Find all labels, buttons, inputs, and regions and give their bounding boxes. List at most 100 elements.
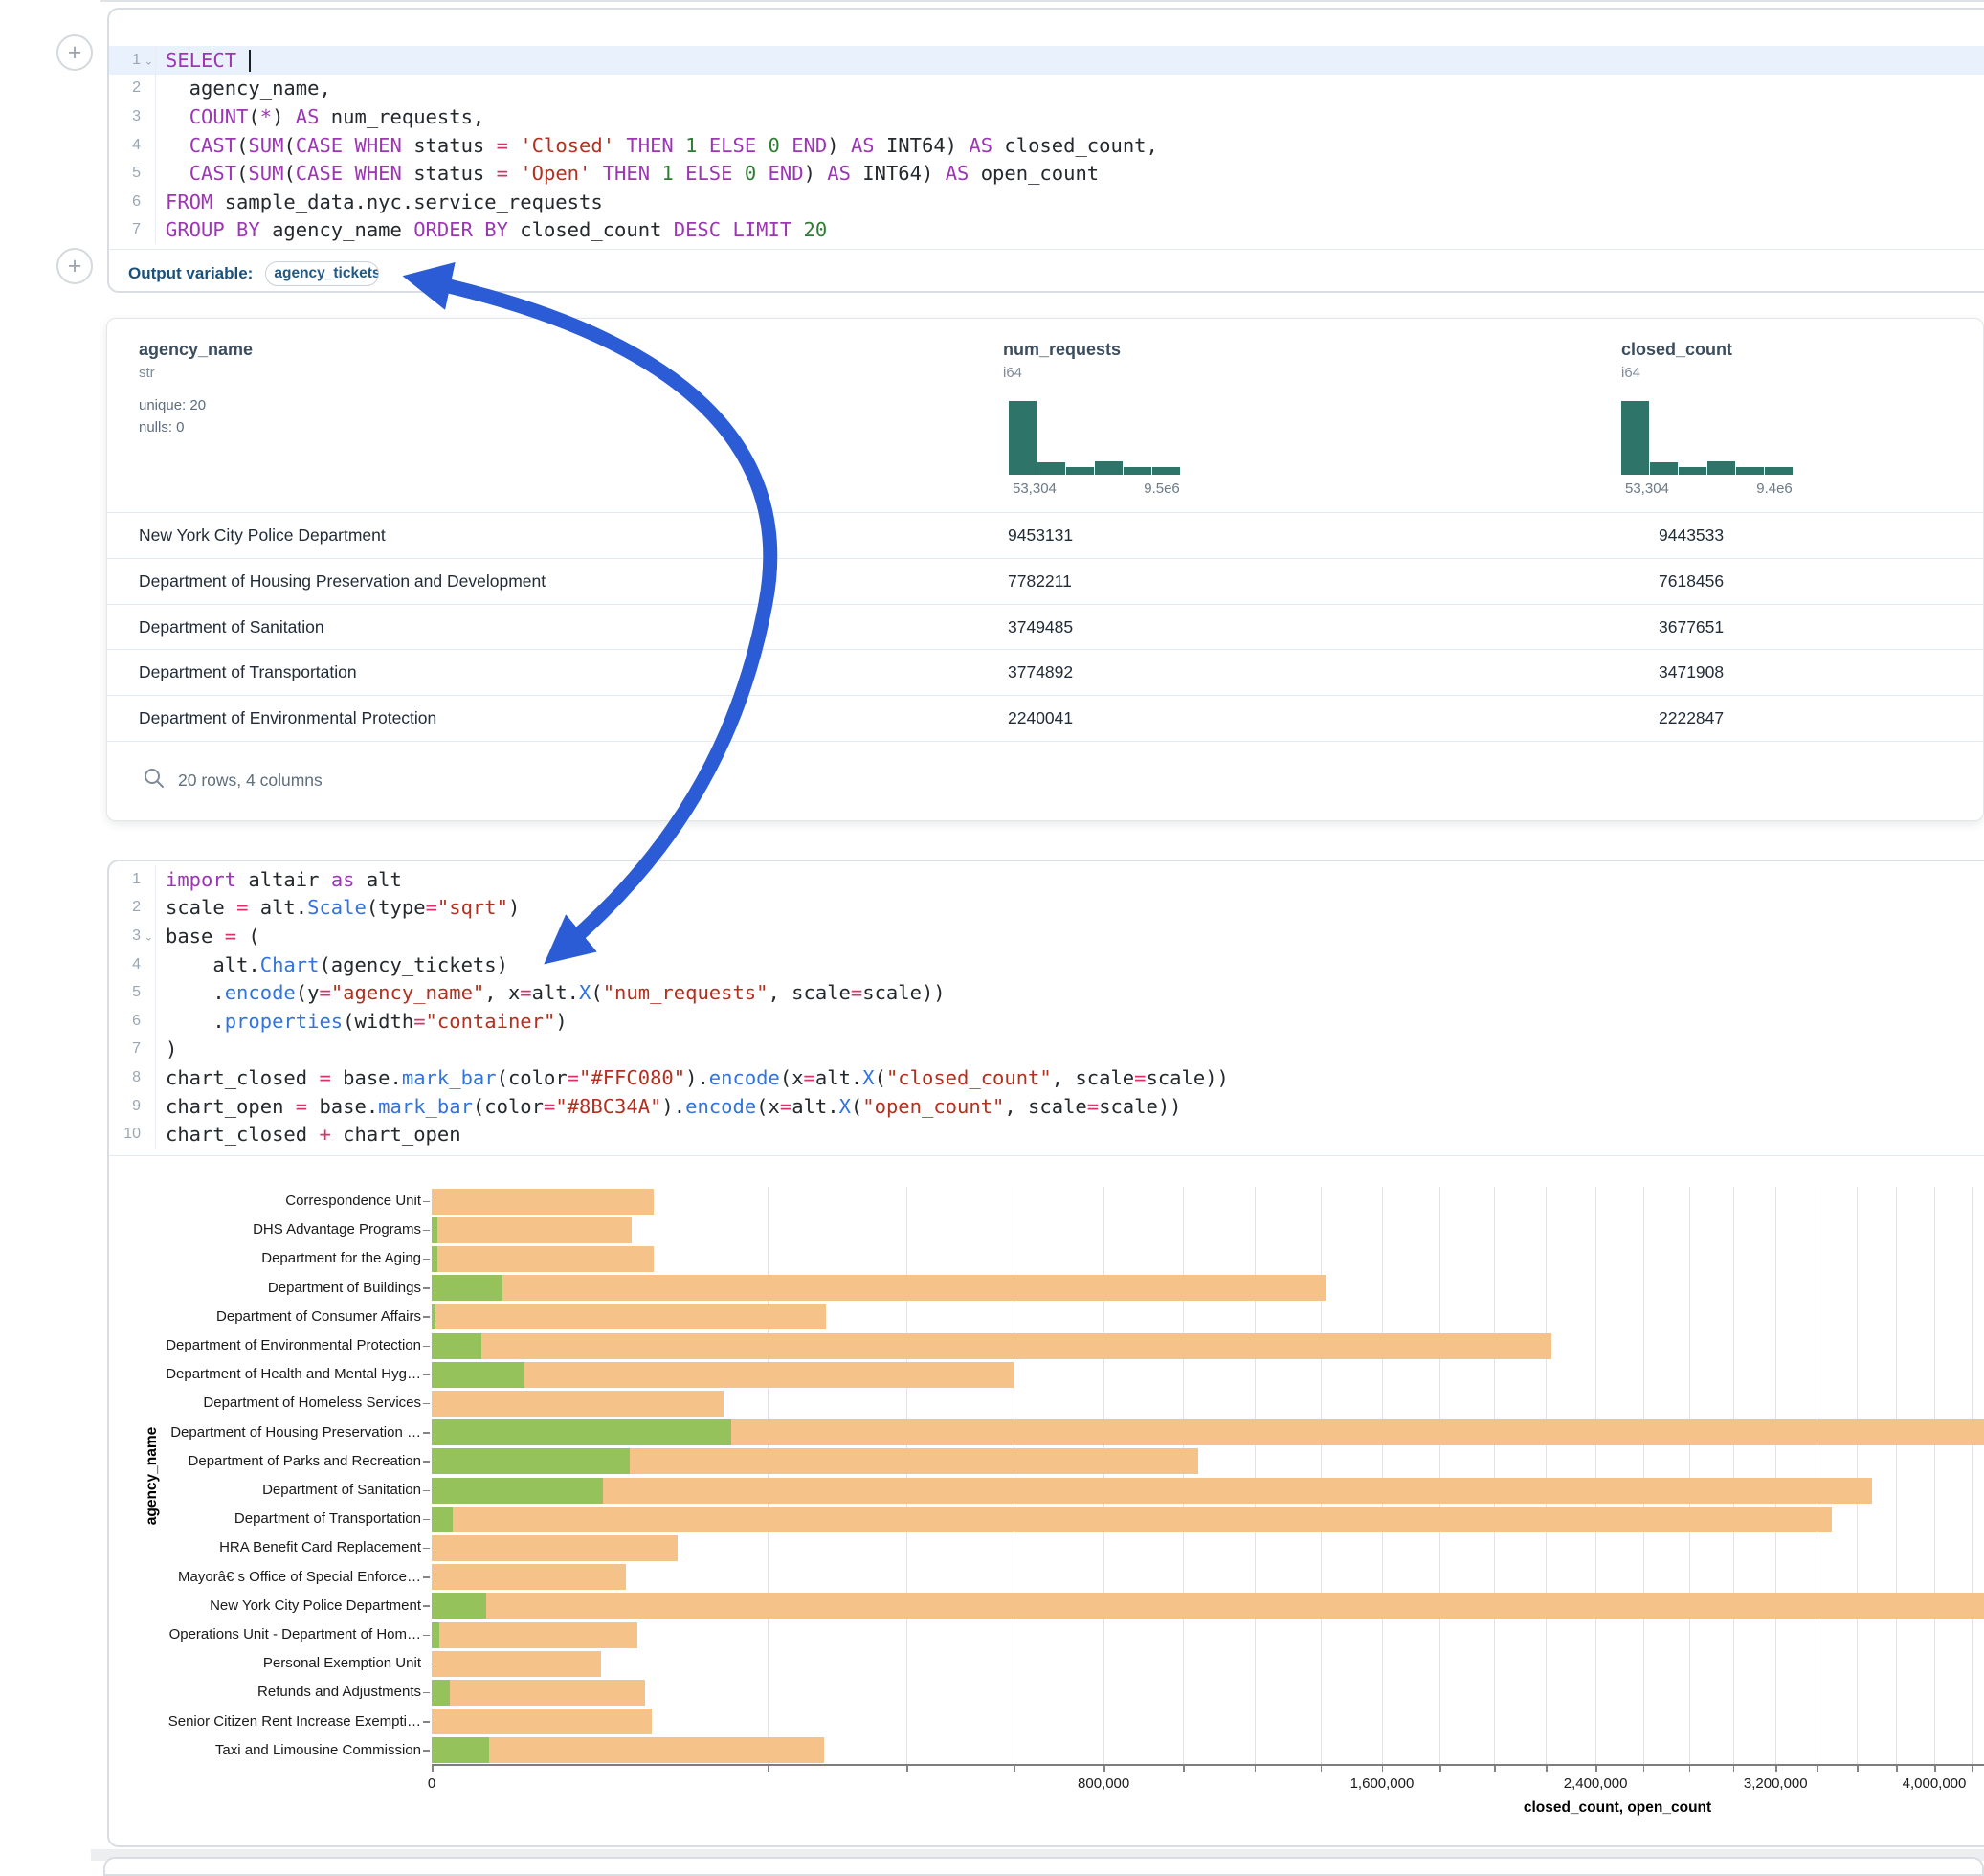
code-token: 0: [745, 162, 756, 185]
code-line[interactable]: 7): [109, 1036, 1984, 1064]
code-token: ): [804, 162, 828, 185]
code-token: open_count: [969, 162, 1099, 185]
line-number: 2: [109, 894, 156, 923]
table-cell[interactable]: Department of Transportation: [139, 662, 357, 682]
code-token: encode: [685, 1095, 756, 1118]
code-token: Chart: [260, 953, 320, 976]
table-row-count: 20 rows, 4 columns: [178, 770, 323, 791]
code-token: num_requests,: [319, 105, 484, 128]
code-token: mark_bar: [378, 1095, 473, 1118]
code-token: [166, 162, 189, 185]
table-cell[interactable]: 7618456: [1659, 571, 1724, 592]
histogram-bar: [1152, 467, 1180, 475]
line-number: 2: [109, 75, 156, 103]
code-token: base.: [307, 1095, 378, 1118]
table-cell[interactable]: 3774892: [1008, 662, 1073, 682]
fold-chevron-icon[interactable]: ⌄: [145, 56, 153, 68]
code-line[interactable]: 5 CAST(SUM(CASE WHEN status = 'Open' THE…: [109, 159, 1984, 188]
code-line[interactable]: 10chart_closed + chart_open: [109, 1120, 1984, 1149]
code-line[interactable]: 8chart_closed = base.mark_bar(color="#FF…: [109, 1063, 1984, 1092]
column-type: i64: [1621, 365, 1640, 381]
code-line[interactable]: 9chart_open = base.mark_bar(color="#8BC3…: [109, 1092, 1984, 1121]
code-token: (: [591, 981, 602, 1004]
code-line[interactable]: 2 agency_name,: [109, 75, 1984, 103]
code-token: chart_closed: [166, 1066, 319, 1089]
code-text: alt.Chart(agency_tickets): [156, 953, 508, 976]
line-number: 7: [109, 1036, 156, 1064]
table-cell[interactable]: Department of Housing Preservation and D…: [139, 571, 546, 592]
code-line[interactable]: 2scale = alt.Scale(type="sqrt"): [109, 894, 1984, 923]
code-token: =: [296, 1095, 307, 1118]
search-icon[interactable]: [143, 767, 166, 790]
line-number: 10: [109, 1120, 156, 1149]
code-token: ).: [685, 1066, 709, 1089]
code-token: COUNT: [189, 105, 249, 128]
python-code-editor[interactable]: 1import altair as alt2scale = alt.Scale(…: [109, 861, 1984, 1149]
output-variable-badge[interactable]: agency_tickets: [265, 261, 379, 286]
table-cell[interactable]: 3749485: [1008, 617, 1073, 637]
code-line[interactable]: 3⌄base = (: [109, 922, 1984, 950]
add-cell-button-top[interactable]: +: [56, 34, 93, 71]
column-type: i64: [1003, 365, 1022, 381]
table-cell[interactable]: 2240041: [1008, 708, 1073, 728]
code-token: (color: [473, 1095, 544, 1118]
table-cell[interactable]: 7782211: [1008, 571, 1072, 592]
code-token: "agency_name": [331, 981, 484, 1004]
add-cell-button-output[interactable]: +: [56, 248, 93, 284]
code-token: [791, 218, 803, 241]
code-line[interactable]: 6FROM sample_data.nyc.service_requests: [109, 188, 1984, 216]
code-line[interactable]: 4 alt.Chart(agency_tickets): [109, 950, 1984, 979]
code-token: ): [555, 1010, 567, 1033]
code-line[interactable]: 5 .encode(y="agency_name", x=alt.X("num_…: [109, 978, 1984, 1007]
table-cell[interactable]: 9443533: [1659, 525, 1724, 546]
line-number: 4: [109, 131, 156, 160]
fold-chevron-icon[interactable]: ⌄: [145, 931, 153, 944]
code-token: SUM: [248, 134, 283, 157]
code-token: as: [331, 868, 355, 891]
table-cell[interactable]: 9453131: [1008, 525, 1073, 546]
code-token: [343, 162, 354, 185]
code-token: [721, 218, 732, 241]
code-text: SELECT: [156, 49, 251, 73]
code-token: =: [413, 1010, 425, 1033]
table-cell[interactable]: Department of Sanitation: [139, 617, 324, 637]
code-token: "#FFC080": [579, 1066, 685, 1089]
output-variable-label: Output variable:: [128, 264, 253, 283]
table-cell[interactable]: 2222847: [1659, 708, 1724, 728]
code-line[interactable]: 1⌄SELECT: [109, 46, 1984, 75]
column-header[interactable]: agency_name: [139, 340, 253, 360]
code-token: [756, 134, 768, 157]
row-divider: [107, 558, 1983, 559]
code-token: THEN: [626, 134, 673, 157]
code-line[interactable]: 3 COUNT(*) AS num_requests,: [109, 102, 1984, 131]
code-text: CAST(SUM(CASE WHEN status = 'Closed' THE…: [156, 134, 1158, 157]
column-header[interactable]: num_requests: [1003, 340, 1121, 360]
code-line[interactable]: 1import altair as alt: [109, 865, 1984, 894]
table-cell[interactable]: Department of Environmental Protection: [139, 708, 436, 728]
code-token: =: [497, 134, 508, 157]
sql-code-editor[interactable]: 1⌄SELECT 2 agency_name,3 COUNT(*) AS num…: [109, 10, 1984, 244]
code-token: X: [579, 981, 591, 1004]
code-token: , x: [484, 981, 520, 1004]
code-token: , scale: [769, 981, 851, 1004]
code-line[interactable]: 4 CAST(SUM(CASE WHEN status = 'Closed' T…: [109, 131, 1984, 160]
table-cell[interactable]: 3677651: [1659, 617, 1724, 637]
code-token: =: [319, 981, 330, 1004]
row-divider: [107, 695, 1983, 696]
code-token: closed_count,: [992, 134, 1158, 157]
code-token: 1: [685, 134, 697, 157]
code-token: scale)): [862, 981, 945, 1004]
table-cell[interactable]: New York City Police Department: [139, 525, 386, 546]
code-token: Scale: [307, 896, 367, 919]
code-token: 'Closed': [520, 134, 614, 157]
code-token: ORDER BY: [413, 218, 508, 241]
code-token: (agency_tickets): [319, 953, 507, 976]
code-line[interactable]: 6 .properties(width="container"): [109, 1007, 1984, 1036]
code-token: CASE: [296, 162, 343, 185]
code-token: [780, 134, 791, 157]
code-token: AS: [851, 134, 875, 157]
table-cell[interactable]: 3471908: [1659, 662, 1724, 682]
column-header[interactable]: closed_count: [1621, 340, 1732, 360]
code-line[interactable]: 7GROUP BY agency_name ORDER BY closed_co…: [109, 216, 1984, 245]
code-token: ): [166, 1038, 177, 1061]
